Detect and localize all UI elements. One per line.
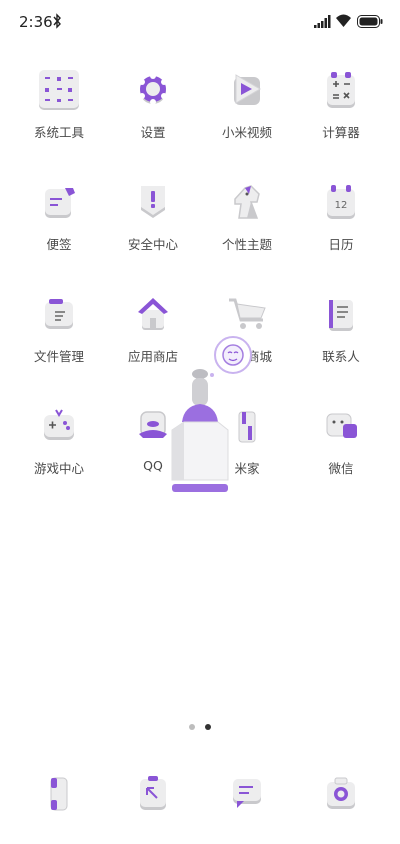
app-label: 联系人 xyxy=(322,349,360,364)
app-label: 文件管理 xyxy=(33,349,84,364)
camera-icon[interactable] xyxy=(317,770,365,818)
calendar-day: 12 xyxy=(335,200,348,211)
app-label: 米家 xyxy=(234,461,260,476)
game-controller-icon xyxy=(35,402,83,450)
app-label: 计算器 xyxy=(322,125,360,140)
app-label: 小米商城 xyxy=(221,349,272,364)
app-system-tools[interactable]: 系统工具 xyxy=(11,60,107,160)
calendar-icon: 12 xyxy=(317,178,365,226)
app-label: 设置 xyxy=(140,125,166,140)
app-contacts[interactable]: 联系人 xyxy=(293,284,389,384)
app-security-center[interactable]: 安全中心 xyxy=(105,172,201,272)
wechat-icon xyxy=(317,402,365,450)
app-mi-video[interactable]: 小米视频 xyxy=(199,60,295,160)
calculator-icon xyxy=(317,66,365,114)
folder-tools-icon xyxy=(35,66,83,114)
bluetooth-icon xyxy=(53,13,61,29)
dock xyxy=(0,765,400,825)
contacts-icon xyxy=(317,290,365,338)
app-label: 个性主题 xyxy=(221,237,272,252)
qq-icon xyxy=(129,402,177,450)
app-game-center[interactable]: 游戏中心 xyxy=(11,396,107,496)
app-qq[interactable]: QQ xyxy=(105,396,201,496)
messages-icon[interactable] xyxy=(223,770,271,818)
file-manager-icon xyxy=(35,290,83,338)
app-label: 安全中心 xyxy=(127,237,178,252)
app-mi-store[interactable]: 小米商城 xyxy=(199,284,295,384)
phone-icon[interactable] xyxy=(35,770,83,818)
app-notes[interactable]: 便签 xyxy=(11,172,107,272)
shield-icon xyxy=(129,178,177,226)
app-store-icon xyxy=(129,290,177,338)
app-settings[interactable]: 设置 xyxy=(105,60,201,160)
gear-icon xyxy=(129,66,177,114)
app-wechat[interactable]: 微信 xyxy=(293,396,389,496)
app-label: 微信 xyxy=(328,461,354,476)
app-label: 小米视频 xyxy=(221,125,272,140)
page-indicator xyxy=(0,724,400,734)
page-dot-1[interactable] xyxy=(189,724,195,730)
app-label: 应用商店 xyxy=(127,349,178,364)
app-label: 系统工具 xyxy=(33,125,84,140)
page-dot-2-active[interactable] xyxy=(205,724,211,730)
theme-horse-icon xyxy=(223,178,271,226)
shopping-cart-icon xyxy=(223,290,271,338)
app-calculator[interactable]: 计算器 xyxy=(293,60,389,160)
status-bar: 2:36 xyxy=(0,0,400,44)
app-label: QQ xyxy=(143,458,163,473)
app-app-store[interactable]: 应用商店 xyxy=(105,284,201,384)
app-themes[interactable]: 个性主题 xyxy=(199,172,295,272)
app-file-manager[interactable]: 文件管理 xyxy=(11,284,107,384)
app-label: 日历 xyxy=(328,237,354,252)
video-play-icon xyxy=(223,66,271,114)
notes-icon xyxy=(35,178,83,226)
mijia-icon xyxy=(223,402,271,450)
battery-icon xyxy=(357,15,383,28)
browser-icon[interactable] xyxy=(129,770,177,818)
wifi-icon xyxy=(336,14,351,27)
app-label: 游戏中心 xyxy=(33,461,84,476)
app-calendar[interactable]: 12 日历 xyxy=(293,172,389,272)
app-label: 便签 xyxy=(46,237,72,252)
app-mijia[interactable]: 米家 xyxy=(199,396,295,496)
signal-icon xyxy=(314,15,331,28)
status-time: 2:36 xyxy=(19,13,53,31)
